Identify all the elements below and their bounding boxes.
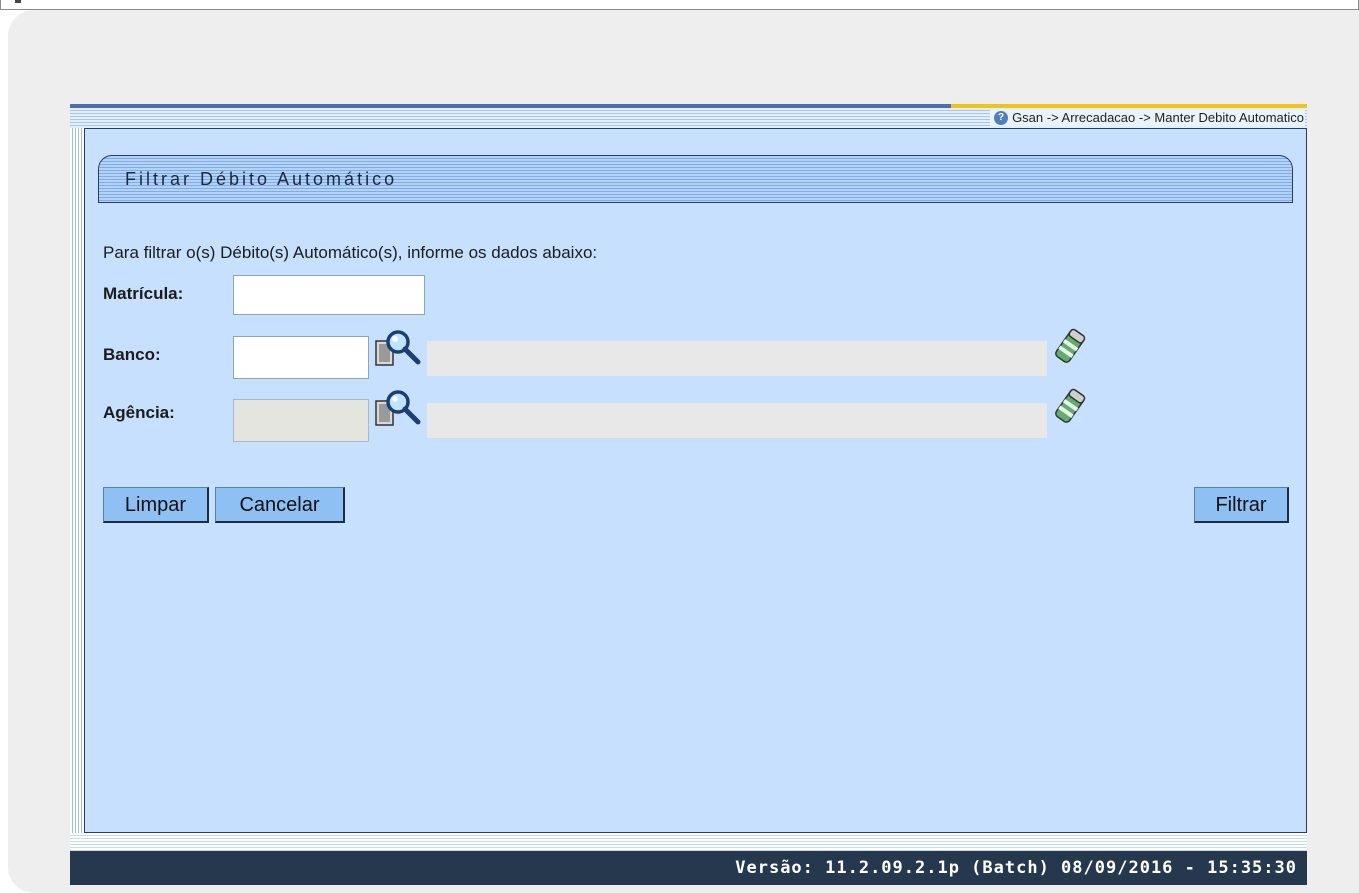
agencia-input[interactable] — [233, 399, 369, 442]
banco-search-icon[interactable] — [374, 329, 426, 369]
breadcrumb: ? Gsan -> Arrecadacao -> Manter Debito A… — [990, 110, 1305, 126]
agencia-label: Agência: — [103, 403, 175, 422]
bottom-decorative-stripe — [70, 833, 1307, 851]
filtrar-button[interactable]: Filtrar — [1194, 487, 1289, 523]
cancelar-button[interactable]: Cancelar — [215, 487, 345, 523]
breadcrumb-bar: ? Gsan -> Arrecadacao -> Manter Debito A… — [70, 108, 1307, 128]
form-title: Filtrar Débito Automático — [125, 169, 398, 189]
top-window-edge — [0, 0, 1359, 10]
form-title-tab: Filtrar Débito Automático — [98, 155, 1293, 203]
matricula-label: Matrícula: — [103, 284, 184, 303]
banco-label: Banco: — [103, 345, 161, 364]
window-edge-mark — [15, 0, 21, 3]
banco-clear-eraser-icon[interactable] — [1053, 327, 1087, 365]
limpar-button[interactable]: Limpar — [103, 487, 209, 523]
banco-input[interactable] — [233, 336, 369, 379]
footer-bar: Versão: 11.2.09.2.1p (Batch) 08/09/2016 … — [70, 851, 1307, 885]
left-decorative-stripe — [70, 128, 84, 833]
version-text: Versão: 11.2.09.2.1p (Batch) 08/09/2016 … — [735, 858, 1297, 878]
banco-description-field — [427, 341, 1047, 376]
instructions-text: Para filtrar o(s) Débito(s) Automático(s… — [103, 243, 598, 262]
agencia-clear-eraser-icon[interactable] — [1053, 387, 1087, 425]
agencia-description-field — [427, 403, 1047, 438]
help-icon[interactable]: ? — [994, 111, 1009, 125]
matricula-input[interactable] — [233, 275, 425, 315]
form-panel: Filtrar Débito Automático Para filtrar o… — [84, 128, 1307, 833]
agencia-search-icon[interactable] — [374, 389, 426, 429]
breadcrumb-text[interactable]: Gsan -> Arrecadacao -> Manter Debito Aut… — [1012, 110, 1304, 126]
